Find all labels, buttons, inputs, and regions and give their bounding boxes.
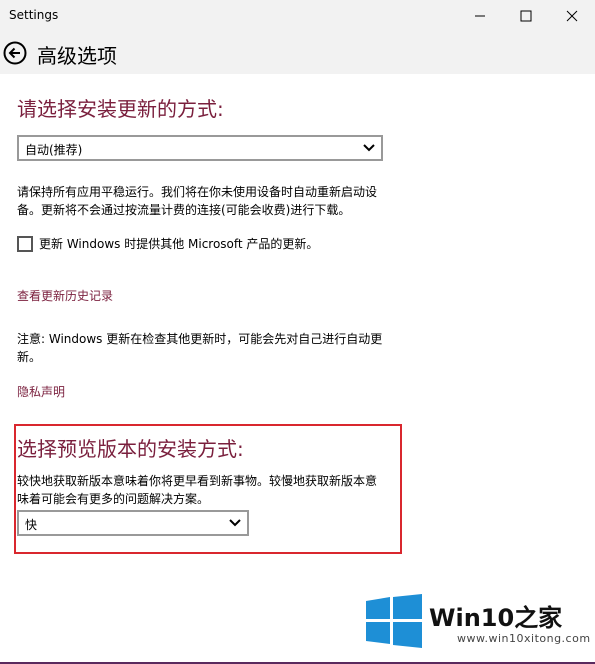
preview-method-heading: 选择预览版本的安装方式: xyxy=(17,437,244,461)
chevron-down-icon xyxy=(363,144,375,152)
page-title: 高级选项 xyxy=(37,44,117,68)
preview-description-line1: 较快地获取新版本意味着你将更早看到新事物。较慢地获取新版本意 xyxy=(17,474,378,488)
preview-description: 较快地获取新版本意味着你将更早看到新事物。较慢地获取新版本意 味着可能会有更多的… xyxy=(17,472,377,508)
minimize-button[interactable] xyxy=(457,0,503,32)
nav-bar: 高级选项 xyxy=(0,32,595,74)
back-button[interactable] xyxy=(3,41,27,65)
window-title: Settings xyxy=(9,8,59,22)
note-line2: 新。 xyxy=(17,350,42,364)
preview-speed-value: 快 xyxy=(25,518,38,532)
watermark-brand-b: 之家 xyxy=(514,604,563,632)
update-description-line1: 请保持所有应用平稳运行。我们将在你未使用设备时自动重新启动设 xyxy=(17,185,378,199)
note-line1: 注意: Windows 更新在检查其他更新时，可能会先对自己进行自动更 xyxy=(17,332,383,346)
other-products-checkbox[interactable] xyxy=(17,236,33,252)
update-method-value: 自动(推荐) xyxy=(25,143,83,157)
close-button[interactable] xyxy=(549,0,595,32)
back-arrow-icon xyxy=(3,41,27,65)
title-bar: Settings xyxy=(0,0,595,32)
update-method-dropdown[interactable]: 自动(推荐) xyxy=(17,135,383,161)
windows-logo-icon xyxy=(366,594,422,648)
watermark-brand-a: Win10 xyxy=(429,604,515,632)
privacy-statement-link[interactable]: 隐私声明 xyxy=(17,383,65,400)
update-method-heading: 请选择安装更新的方式: xyxy=(17,97,224,121)
update-description-line2: 备。更新将不会通过按流量计费的连接(可能会收费)进行下载。 xyxy=(17,203,351,217)
preview-description-line2: 味着可能会有更多的问题解决方案。 xyxy=(17,492,210,506)
preview-speed-dropdown[interactable]: 快 xyxy=(17,510,249,536)
update-history-link[interactable]: 查看更新历史记录 xyxy=(17,287,113,304)
other-products-label[interactable]: 更新 Windows 时提供其他 Microsoft 产品的更新。 xyxy=(39,235,318,253)
chevron-down-icon xyxy=(229,519,241,527)
maximize-icon xyxy=(520,10,532,22)
watermark-url: www.win10xitong.com xyxy=(457,632,591,645)
maximize-button[interactable] xyxy=(503,0,549,32)
update-description: 请保持所有应用平稳运行。我们将在你未使用设备时自动重新启动设 备。更新将不会通过… xyxy=(17,183,377,219)
minimize-icon xyxy=(475,15,485,17)
watermark-brand: Win10之家 xyxy=(429,598,562,633)
note-text: 注意: Windows 更新在检查其他更新时，可能会先对自己进行自动更 新。 xyxy=(17,330,382,366)
close-icon xyxy=(566,10,578,22)
